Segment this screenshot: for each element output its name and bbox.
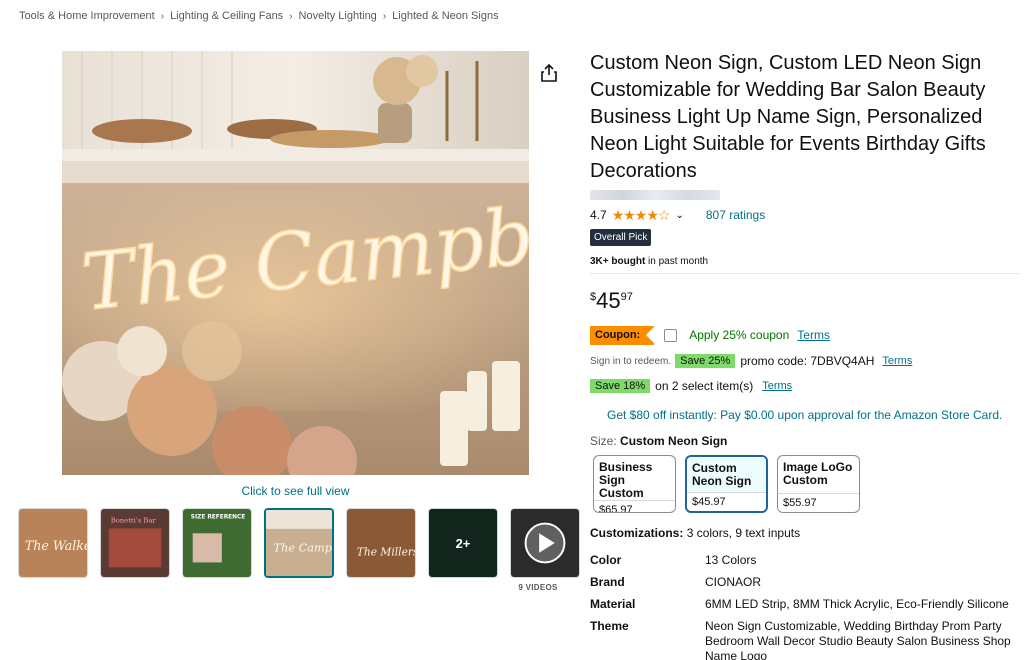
thumbnail-3[interactable]: SIZE REFERENCE — [182, 508, 252, 578]
videos-count-label[interactable]: 9 VIDEOS — [503, 583, 573, 592]
breadcrumb-link-lighting[interactable]: Lighting & Ceiling Fans — [170, 10, 283, 22]
apply-coupon-label[interactable]: Apply 25% coupon — [689, 328, 789, 342]
thumbnail-5[interactable]: The Millers — [346, 508, 416, 578]
spec-row-material: Material 6MM LED Strip, 8MM Thick Acrylic… — [590, 597, 1009, 611]
apply-coupon-checkbox[interactable] — [664, 328, 678, 342]
promo-code-text: promo code: 7DBVQ4AH — [740, 354, 875, 368]
bought-past-month: 3K+ bought in past month — [590, 256, 709, 267]
more-images-count: 2+ — [429, 509, 497, 577]
breadcrumb-link-novelty[interactable]: Novelty Lighting — [299, 10, 377, 22]
save-18-text: on 2 select item(s) — [655, 379, 754, 393]
promo-terms-link[interactable]: Terms — [882, 355, 912, 367]
size-options: Business Sign Custom $65.97 Custom Neon … — [590, 455, 1020, 513]
thumbnail-video[interactable] — [510, 508, 580, 578]
save-18-badge: Save 18% — [590, 379, 651, 393]
size-option-image-logo[interactable]: Image LoGo Custom $55.97 — [777, 455, 860, 513]
thumbnail-2[interactable]: Bonetti's Bar — [100, 508, 170, 578]
product-specs: Color 13 Colors Brand CIONAOR Material 6MM … — [590, 553, 1020, 660]
main-product-image[interactable]: The Campbells — [62, 51, 529, 475]
thumbnail-4-selected[interactable]: The Campbells — [264, 508, 334, 578]
overall-pick-badge[interactable]: Overall Pick — [590, 229, 652, 246]
ratings-count-link[interactable]: 807 ratings — [706, 208, 765, 222]
product-title: Custom Neon Sign, Custom LED Neon Sign C… — [590, 52, 986, 182]
divider — [590, 273, 1020, 274]
spec-row-brand: Brand CIONAOR — [590, 575, 762, 589]
thumbnail-6-more[interactable]: 2+ — [428, 508, 498, 578]
svg-text:SIZE REFERENCE: SIZE REFERENCE — [191, 515, 246, 521]
breadcrumb-separator-icon: › — [382, 10, 387, 22]
star-rating-icon[interactable]: ★★★★☆ — [612, 207, 671, 224]
coupon-row: Coupon: Apply 25% coupon Terms — [590, 325, 1020, 345]
breadcrumb-link-tools[interactable]: Tools & Home Improvement — [19, 10, 155, 22]
size-option-custom-neon-sign[interactable]: Custom Neon Sign $45.97 — [685, 455, 768, 513]
size-option-business-sign[interactable]: Business Sign Custom $65.97 — [593, 455, 676, 513]
price: $ 45 97 — [590, 288, 633, 313]
thumbnail-1[interactable]: The Walkers — [18, 508, 88, 578]
breadcrumb-link-neon-signs[interactable]: Lighted & Neon Signs — [392, 10, 498, 22]
breadcrumb-separator-icon: › — [289, 10, 293, 22]
save-18-row: Save 18% on 2 select item(s) Terms — [590, 378, 1020, 394]
chevron-down-icon[interactable]: ⌄ — [675, 210, 683, 221]
spec-row-color: Color 13 Colors — [590, 553, 757, 567]
breadcrumb: Tools & Home Improvement › Lighting & Ce… — [19, 10, 499, 22]
coupon-terms-link[interactable]: Terms — [797, 328, 830, 342]
save-25-badge: Save 25% — [675, 354, 736, 368]
thumbnail-strip: The Walkers Bonetti's Bar SIZE REFERENCE… — [18, 508, 580, 578]
svg-text:The Millers: The Millers — [357, 546, 415, 559]
coupon-badge: Coupon: — [590, 325, 656, 345]
rating-row: 4.7 ★★★★☆ ⌄ 807 ratings — [590, 206, 1020, 224]
sign-in-to-redeem: Sign in to redeem. — [590, 355, 672, 367]
promo-row: Sign in to redeem. Save 25% promo code: … — [590, 353, 1020, 369]
selected-size: Custom Neon Sign — [620, 434, 728, 448]
save-18-terms-link[interactable]: Terms — [762, 380, 792, 392]
see-full-view-link[interactable]: Click to see full view — [62, 484, 529, 498]
brand-store-link-blurred[interactable] — [590, 190, 720, 200]
svg-text:The Campbells: The Campbells — [274, 541, 332, 554]
store-card-offer-link[interactable]: Get $80 off instantly: Pay $0.00 upon ap… — [590, 408, 1020, 422]
spec-row-theme: Theme Neon Sign Customizable, Wedding Bir… — [590, 619, 1011, 660]
customizations: Customizations: 3 colors, 9 text inputs — [590, 526, 801, 540]
product-info: Custom Neon Sign, Custom LED Neon Sign C… — [590, 50, 1020, 660]
share-icon[interactable] — [539, 63, 559, 83]
size-label: Size: Custom Neon Sign — [590, 434, 728, 448]
breadcrumb-separator-icon: › — [160, 10, 165, 22]
svg-text:The Walkers: The Walkers — [25, 538, 87, 553]
rating-value: 4.7 — [590, 208, 607, 222]
svg-text:Bonetti's Bar: Bonetti's Bar — [111, 517, 157, 525]
